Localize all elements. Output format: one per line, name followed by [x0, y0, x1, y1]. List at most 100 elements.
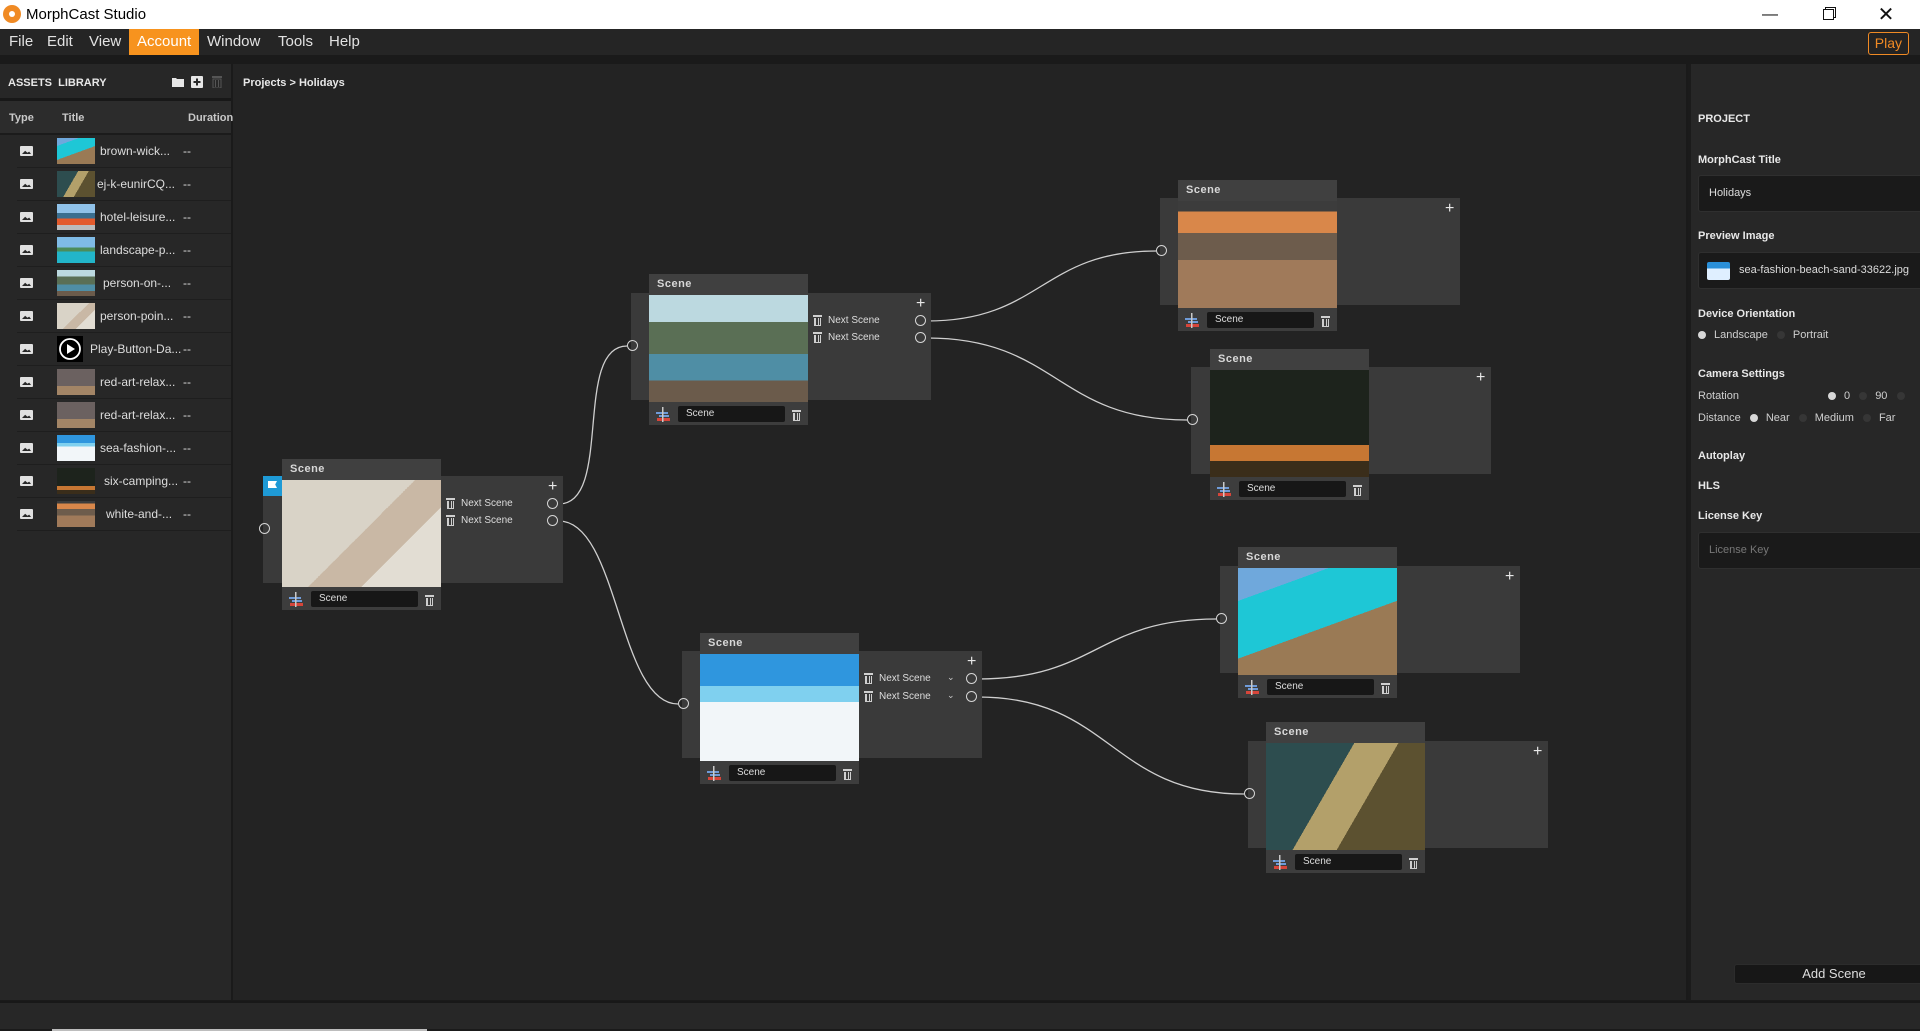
scene-link[interactable]: [558, 345, 628, 505]
delete-scene-button[interactable]: [1381, 681, 1390, 699]
input-port[interactable]: [1244, 788, 1255, 799]
add-output-icon[interactable]: +: [1505, 569, 1514, 585]
close-button[interactable]: ✕: [1858, 0, 1914, 29]
scene-node[interactable]: Scene Scene: [700, 633, 859, 784]
scene-name-input[interactable]: Scene: [729, 765, 836, 781]
scene-name-input[interactable]: Scene: [1295, 854, 1402, 870]
scene-node-title[interactable]: Scene: [649, 274, 808, 295]
output-port[interactable]: [915, 332, 926, 343]
delete-scene-button[interactable]: [1321, 314, 1330, 332]
menu-account[interactable]: Account: [129, 29, 200, 55]
delete-scene-button[interactable]: [843, 767, 852, 785]
menu-tools[interactable]: Tools: [270, 29, 321, 55]
morphcast-title-input[interactable]: Holidays: [1698, 175, 1920, 212]
column-title[interactable]: Title: [62, 112, 84, 124]
output-port[interactable]: [966, 673, 977, 684]
next-scene-output[interactable]: Next Scene: [809, 314, 931, 328]
input-port[interactable]: [259, 523, 270, 534]
distance-near-radio[interactable]: [1749, 414, 1758, 423]
scene-timeline-icon[interactable]: [288, 591, 304, 607]
asset-row[interactable]: brown-wick... --: [17, 135, 231, 168]
scene-name-input[interactable]: Scene: [678, 406, 785, 422]
scene-graph-canvas[interactable]: Projects > Holidays + Next Scene Next Scen…: [233, 64, 1686, 1000]
menu-file[interactable]: File: [1, 29, 41, 55]
scene-node[interactable]: Scene Scene: [282, 459, 441, 610]
menu-view[interactable]: View: [81, 29, 129, 55]
scene-link[interactable]: [926, 250, 1157, 322]
trash-icon[interactable]: [212, 75, 224, 89]
play-button[interactable]: Play: [1867, 32, 1909, 55]
folder-icon[interactable]: [172, 75, 184, 87]
column-duration[interactable]: Duration: [188, 112, 233, 124]
scene-link[interactable]: [977, 696, 1245, 795]
scene-node[interactable]: Scene Scene: [1238, 547, 1397, 698]
next-scene-output[interactable]: Next Scene: [809, 331, 931, 345]
asset-row[interactable]: hotel-leisure... --: [17, 201, 231, 234]
add-output-icon[interactable]: +: [967, 654, 976, 670]
asset-row[interactable]: six-camping... --: [17, 465, 231, 498]
scene-node-title[interactable]: Scene: [1266, 722, 1425, 743]
add-output-icon[interactable]: +: [1533, 744, 1542, 760]
asset-row[interactable]: red-art-relax... --: [17, 399, 231, 432]
delete-scene-button[interactable]: [1409, 856, 1418, 874]
add-output-icon[interactable]: +: [1445, 201, 1454, 217]
scene-name-input[interactable]: Scene: [1267, 679, 1374, 695]
input-port[interactable]: [1156, 245, 1167, 256]
add-output-icon[interactable]: +: [548, 479, 557, 495]
add-asset-icon[interactable]: [191, 75, 203, 88]
scene-node[interactable]: Scene Scene: [1266, 722, 1425, 873]
asset-row[interactable]: person-poin... --: [17, 300, 231, 333]
delete-scene-button[interactable]: [1353, 483, 1362, 501]
input-port[interactable]: [1216, 613, 1227, 624]
asset-row[interactable]: landscape-p... --: [17, 234, 231, 267]
scene-link[interactable]: [558, 520, 679, 705]
rotation-90-radio[interactable]: [1859, 392, 1868, 401]
minimize-button[interactable]: —: [1742, 0, 1798, 29]
rotation-more-radio[interactable]: [1896, 392, 1905, 401]
input-port[interactable]: [627, 340, 638, 351]
chevron-down-icon[interactable]: ⌄: [947, 672, 955, 683]
asset-row[interactable]: Play-Button-Da... --: [17, 333, 231, 366]
restore-button[interactable]: [1800, 0, 1856, 29]
license-key-input[interactable]: License Key: [1698, 532, 1920, 569]
scene-link[interactable]: [926, 337, 1188, 421]
delete-scene-button[interactable]: [425, 593, 434, 611]
menu-window[interactable]: Window: [199, 29, 268, 55]
output-port[interactable]: [915, 315, 926, 326]
asset-row[interactable]: red-art-relax... --: [17, 366, 231, 399]
scene-timeline-icon[interactable]: [1244, 679, 1260, 695]
scene-node[interactable]: Scene Scene: [649, 274, 808, 425]
chevron-down-icon[interactable]: ⌄: [947, 690, 955, 701]
delete-output-icon[interactable]: [813, 315, 822, 326]
autoplay-label[interactable]: Autoplay: [1698, 450, 1745, 462]
asset-row[interactable]: white-and-... --: [17, 498, 231, 531]
scene-node[interactable]: Scene Scene: [1210, 349, 1369, 500]
scene-timeline-icon[interactable]: [1184, 312, 1200, 328]
output-port[interactable]: [966, 691, 977, 702]
asset-row[interactable]: person-on-... --: [17, 267, 231, 300]
input-port[interactable]: [678, 698, 689, 709]
next-scene-output[interactable]: Next Scene ⌄: [860, 690, 982, 704]
rotation-0-radio[interactable]: [1828, 392, 1836, 401]
scene-name-input[interactable]: Scene: [1239, 481, 1346, 497]
scene-name-input[interactable]: Scene: [1207, 312, 1314, 328]
scene-timeline-icon[interactable]: [655, 406, 671, 422]
portrait-radio[interactable]: [1776, 331, 1785, 340]
scene-timeline-icon[interactable]: [706, 765, 722, 781]
asset-row[interactable]: sea-fashion-... --: [17, 432, 231, 465]
preview-image-field[interactable]: sea-fashion-beach-sand-33622.jpg: [1698, 252, 1920, 289]
distance-medium-radio[interactable]: [1798, 414, 1807, 423]
output-port[interactable]: [547, 498, 558, 509]
menu-help[interactable]: Help: [321, 29, 368, 55]
scene-name-input[interactable]: Scene: [311, 591, 418, 607]
scene-link[interactable]: [977, 618, 1217, 680]
add-output-icon[interactable]: +: [916, 296, 925, 312]
scene-node-title[interactable]: Scene: [282, 459, 441, 480]
input-port[interactable]: [1187, 414, 1198, 425]
delete-output-icon[interactable]: [446, 498, 455, 509]
start-flag-icon[interactable]: [263, 476, 282, 496]
scene-timeline-icon[interactable]: [1216, 481, 1232, 497]
delete-output-icon[interactable]: [864, 673, 873, 684]
next-scene-output[interactable]: Next Scene: [442, 514, 563, 528]
scene-timeline-icon[interactable]: [1272, 854, 1288, 870]
